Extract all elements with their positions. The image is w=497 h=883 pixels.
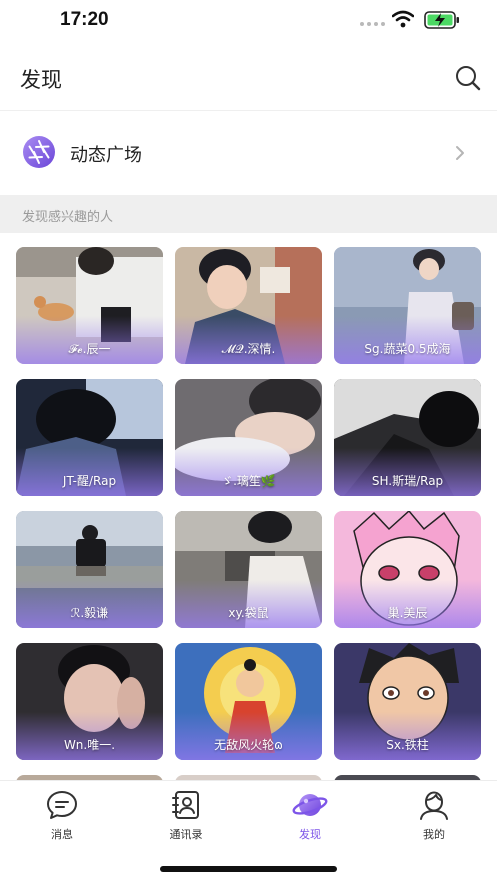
planet-icon (292, 794, 328, 816)
top-nav-bar: 发现 (0, 44, 497, 111)
person-name: JT-醒/Rap (62, 474, 117, 488)
camera-aperture-icon (23, 136, 55, 168)
person-card[interactable]: Sx.铁柱 (334, 643, 481, 760)
person-card[interactable]: ℛ.毅谦 (16, 511, 163, 628)
search-icon[interactable] (454, 64, 482, 92)
person-card[interactable]: Sg.蔬菜0.5成海 (334, 247, 481, 364)
people-grid: 𝓕𝓮.辰一 𝓜𝓠.深情. Sg.蔬菜0.5成海 JT-醒/Rap ゞ.璃笙🌿 S… (16, 247, 482, 780)
person-card[interactable]: ゞ.璃笙🌿 (175, 379, 322, 496)
tab-label: 发现 (299, 828, 321, 841)
person-card[interactable]: Wn.唯一. (16, 643, 163, 760)
person-card[interactable]: JT-醒/Rap (16, 379, 163, 496)
tab-discover[interactable]: 发现 (270, 789, 350, 842)
status-bar: 17:20 (0, 0, 497, 44)
battery-charging-icon (424, 11, 459, 29)
person-card[interactable]: xy.袋鼠 (175, 511, 322, 628)
person-card[interactable]: 无敌风火轮ɷ (175, 643, 322, 760)
person-card[interactable]: 𝓕𝓮.辰一 (16, 247, 163, 364)
section-header: 发现感兴趣的人 (0, 195, 497, 233)
user-icon (420, 791, 448, 820)
tab-contacts[interactable]: 通讯录 (146, 789, 226, 842)
home-indicator (160, 866, 337, 872)
page-title: 发现 (20, 68, 62, 92)
moments-square-entry[interactable]: 动态广场 (0, 112, 497, 195)
tab-messages[interactable]: 消息 (22, 789, 102, 842)
person-name: Sx.铁柱 (386, 738, 429, 752)
person-name: SH.斯瑞/Rap (371, 474, 444, 488)
person-name: xy.袋鼠 (228, 606, 269, 620)
person-card[interactable]: SH.斯瑞/Rap (334, 379, 481, 496)
wifi-icon (392, 10, 414, 28)
moments-label: 动态广场 (70, 145, 142, 166)
tab-label: 我的 (423, 828, 445, 841)
section-title: 发现感兴趣的人 (22, 210, 114, 225)
tab-profile[interactable]: 我的 (394, 789, 474, 842)
person-name: Wn.唯一. (63, 738, 116, 752)
chevron-right-icon (456, 146, 464, 160)
person-name: 𝓜𝓠.深情. (221, 342, 276, 356)
person-name: 𝓕𝓮.辰一 (68, 342, 111, 356)
person-card[interactable]: 巢.美辰 (334, 511, 481, 628)
person-name: ℛ.毅谦 (70, 606, 109, 620)
contacts-book-icon (172, 791, 199, 819)
tab-label: 通讯录 (169, 828, 203, 841)
person-name: 巢.美辰 (387, 606, 428, 620)
person-name: Sg.蔬菜0.5成海 (364, 342, 451, 356)
chat-bubble-icon (47, 791, 77, 819)
person-card[interactable]: 𝓜𝓠.深情. (175, 247, 322, 364)
person-name: 无敌风火轮ɷ (214, 738, 283, 752)
signal-icon (360, 22, 385, 26)
person-name: ゞ.璃笙🌿 (221, 474, 276, 488)
status-time: 17:20 (60, 9, 109, 30)
tab-label: 消息 (51, 828, 73, 841)
